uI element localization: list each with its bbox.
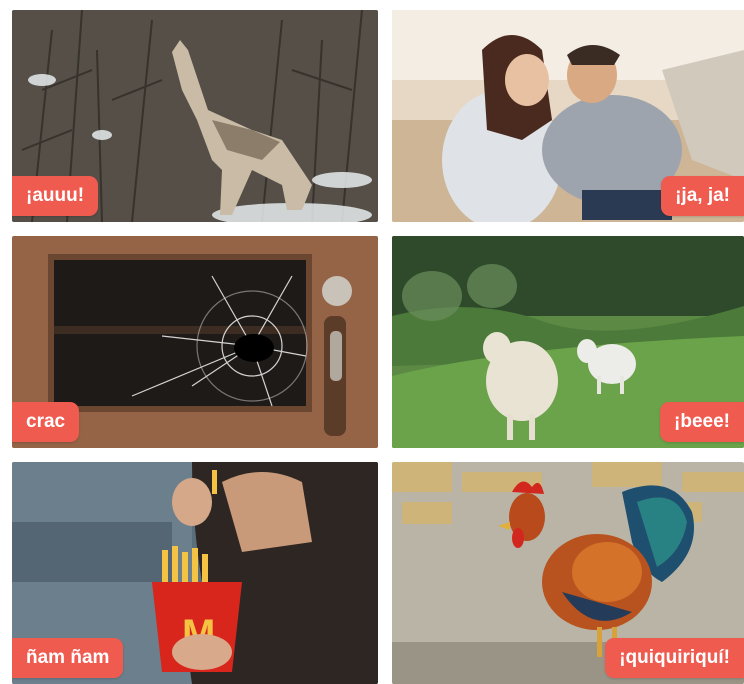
tile-broken-glass[interactable]: crac bbox=[12, 236, 378, 448]
tile-wolf[interactable]: ¡auuu! bbox=[12, 10, 378, 222]
tile-label: ¡ja, ja! bbox=[661, 176, 744, 216]
tile-label: ¡beee! bbox=[660, 402, 744, 442]
tile-rooster[interactable]: ¡quiquiriquí! bbox=[392, 462, 744, 684]
tile-label: ñam ñam bbox=[12, 638, 124, 678]
tile-sheep[interactable]: ¡beee! bbox=[392, 236, 744, 448]
tile-label: ¡auuu! bbox=[12, 176, 99, 216]
tile-label: ¡quiquiriquí! bbox=[605, 638, 744, 678]
tile-eating[interactable]: M ñam ñam bbox=[12, 462, 378, 684]
tile-couple[interactable]: ¡ja, ja! bbox=[392, 10, 744, 222]
tile-label: crac bbox=[12, 402, 80, 442]
